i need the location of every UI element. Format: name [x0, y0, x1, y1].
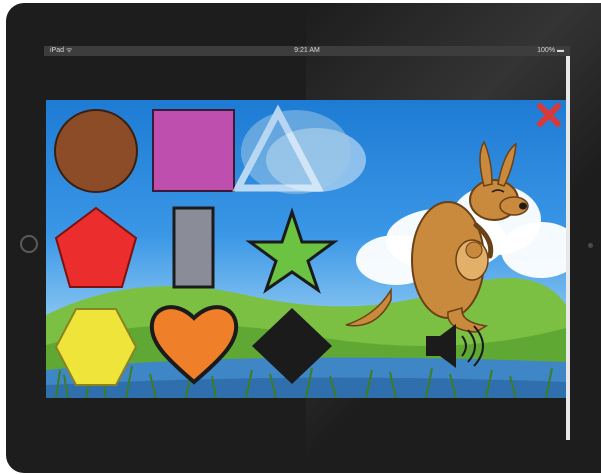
camera-icon — [20, 235, 38, 253]
star-shape[interactable] — [245, 207, 339, 294]
game-screen — [46, 100, 566, 398]
scrollbar — [566, 56, 570, 440]
triangle-shape[interactable] — [232, 104, 351, 194]
square-shape[interactable] — [152, 109, 235, 192]
clock-label: 9:21 AM — [294, 47, 320, 54]
rectangle-shape[interactable] — [172, 206, 215, 289]
battery-label: 100% ▬ — [537, 47, 564, 54]
circle-shape[interactable] — [54, 109, 138, 193]
game-canvas — [46, 103, 566, 398]
close-icon[interactable] — [537, 103, 561, 127]
ios-status-bar: iPad ᯤ 9:21 AM 100% ▬ — [44, 46, 570, 56]
pentagon-shape[interactable] — [54, 206, 138, 288]
sensor-dot — [588, 243, 593, 248]
